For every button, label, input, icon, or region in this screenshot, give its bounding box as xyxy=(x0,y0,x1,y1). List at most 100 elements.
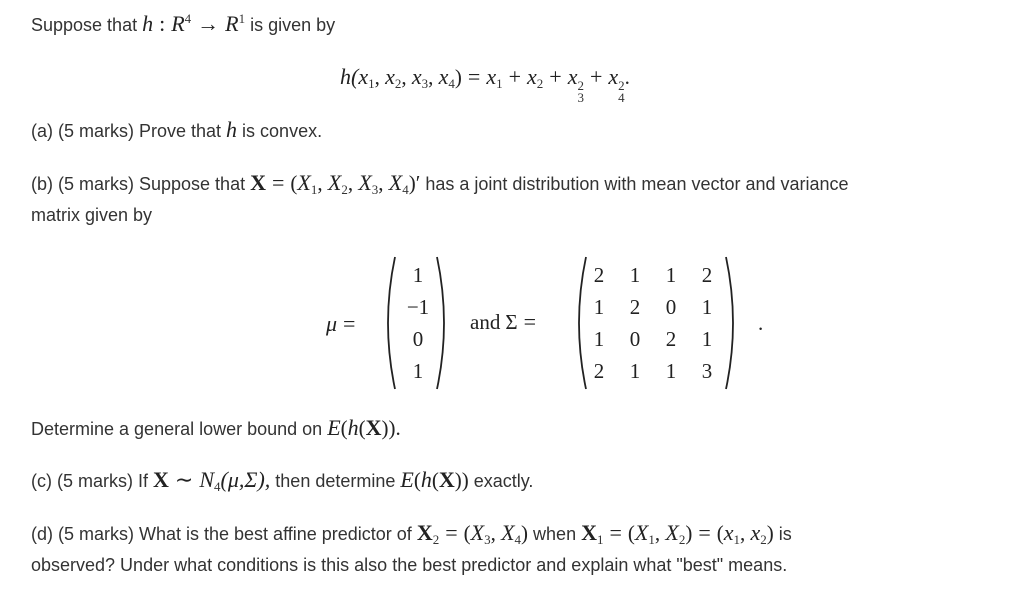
func-h: h xyxy=(347,415,359,440)
tuple-var: X xyxy=(501,520,515,545)
part-d-label: (d) (5 marks) What is the best affine pr… xyxy=(31,524,417,544)
arg: x xyxy=(438,64,449,89)
mu-cell: 0 xyxy=(412,327,424,351)
left-paren-icon xyxy=(387,256,396,390)
sigma-cell: 2 xyxy=(593,359,605,383)
func-h: h xyxy=(142,11,154,36)
arg: x xyxy=(358,64,369,89)
mu-cell: 1 xyxy=(412,359,424,383)
period: . xyxy=(758,311,764,335)
when-text: when xyxy=(528,524,582,544)
tuple-var: X xyxy=(665,520,679,545)
def-lhs: h( xyxy=(340,64,359,89)
vector-X: X xyxy=(416,520,433,545)
part-d-line2: observed? Under what conditions is this … xyxy=(31,555,788,575)
sigma-cell: 2 xyxy=(701,263,713,287)
normal-params: (μ,Σ), xyxy=(220,467,271,492)
mu-vector: 1 −1 0 1 xyxy=(383,255,453,395)
part-b-question: Determine a general lower bound on E(h(X… xyxy=(31,415,401,441)
sigma-cell: 1 xyxy=(665,359,677,383)
func-h: h xyxy=(420,467,432,492)
tuple-var: x xyxy=(750,520,761,545)
sigma-symbol: Σ xyxy=(505,310,518,334)
term-sub: 4 xyxy=(618,90,625,105)
part-c-label: (c) (5 marks) If xyxy=(31,471,153,491)
vector-X: X xyxy=(365,415,382,440)
term-sub: 3 xyxy=(577,90,584,105)
tuple-var: X xyxy=(388,170,403,195)
equals-sign: = xyxy=(271,170,285,195)
sigma-cell: 2 xyxy=(629,295,641,319)
mu-cell: 1 xyxy=(412,263,424,287)
mu-label: μ = xyxy=(326,311,356,336)
is-text: is xyxy=(773,524,792,544)
arrow-symbol: → xyxy=(197,11,220,36)
tuple-var: X xyxy=(470,520,485,545)
func-h: h xyxy=(226,117,238,142)
sigma-matrix: 2112120110212113 xyxy=(574,255,744,395)
definition-equation: h(x1, x2, x3, x4) = x1 + x2 + x 2 3 + x 2 4. xyxy=(340,64,630,105)
expectation-E: E xyxy=(327,415,341,440)
codomain-R: R xyxy=(225,11,239,36)
term-sub: 1 xyxy=(496,76,503,91)
term-var: x xyxy=(527,64,537,89)
sigma-cell: 0 xyxy=(629,327,641,351)
term-var: x xyxy=(608,64,619,89)
period: . xyxy=(624,65,630,89)
term-var: x xyxy=(567,64,578,89)
sigma-cell: 2 xyxy=(665,327,677,351)
expectation-E: E xyxy=(400,467,414,492)
intro-line: Suppose that h: R4 → R1 is given by xyxy=(31,12,335,37)
right-paren-icon xyxy=(436,256,445,390)
part-a-text: is convex. xyxy=(237,121,323,141)
part-c-text-after: exactly. xyxy=(468,471,534,491)
tuple-var: X xyxy=(297,170,311,195)
normal-N: N xyxy=(199,467,215,492)
vector-X: X xyxy=(438,467,455,492)
part-b-line1: (b) (5 marks) Suppose that X = (X1, X2, X3… xyxy=(31,170,849,197)
part-b-line2: matrix given by xyxy=(31,205,153,225)
mu-cell: −1 xyxy=(406,295,430,319)
tuple-var: X xyxy=(327,170,342,195)
term-var: x xyxy=(486,64,497,89)
plus-sign: + xyxy=(549,64,562,89)
part-d-line1: (d) (5 marks) What is the best affine pr… xyxy=(31,520,792,547)
tuple-var: X xyxy=(634,520,649,545)
sigma-cell: 1 xyxy=(593,295,605,319)
part-b-label: (b) (5 marks) Suppose that xyxy=(31,174,251,194)
sigma-cell: 3 xyxy=(701,359,713,383)
plus-sign: + xyxy=(508,64,521,89)
mu-symbol: μ xyxy=(326,311,338,336)
sigma-cell: 2 xyxy=(593,263,605,287)
part-a: (a) (5 marks) Prove that h is convex. xyxy=(31,118,322,143)
question-text: Determine a general lower bound on xyxy=(31,419,328,439)
colon: : xyxy=(159,11,166,36)
tilde-symbol: ∼ xyxy=(174,467,194,492)
domain-R: R xyxy=(171,11,185,36)
sigma-cell: 1 xyxy=(629,359,641,383)
sigma-cell: 1 xyxy=(665,263,677,287)
intro-text: Suppose that xyxy=(31,15,143,35)
part-b-text: has a joint distribution with mean vecto… xyxy=(420,174,849,194)
sigma-cell: 1 xyxy=(593,327,605,351)
arg: x xyxy=(385,64,395,89)
vector-X: X xyxy=(250,170,266,195)
sigma-cell: 0 xyxy=(665,295,677,319)
vector-X: X xyxy=(153,467,169,492)
sigma-label: and Σ = xyxy=(470,309,536,334)
equals-sign: = xyxy=(467,64,481,89)
intro-text-after: is given by xyxy=(245,15,336,35)
vector-X: X xyxy=(581,520,597,545)
part-a-label: (a) (5 marks) Prove that xyxy=(31,121,227,141)
sigma-cell: 1 xyxy=(629,263,641,287)
arg: x xyxy=(411,64,422,89)
part-c-text: then determine xyxy=(270,471,401,491)
plus-sign: + xyxy=(589,64,603,89)
right-paren-icon xyxy=(725,256,734,390)
and-text: and xyxy=(470,310,501,334)
part-c: (c) (5 marks) If X ∼ N4(μ,Σ), then determi… xyxy=(31,467,534,494)
tuple-var: X xyxy=(358,170,372,195)
sigma-cell: 1 xyxy=(701,327,713,351)
tuple-var: x xyxy=(723,520,734,545)
sigma-cell: 1 xyxy=(701,295,713,319)
